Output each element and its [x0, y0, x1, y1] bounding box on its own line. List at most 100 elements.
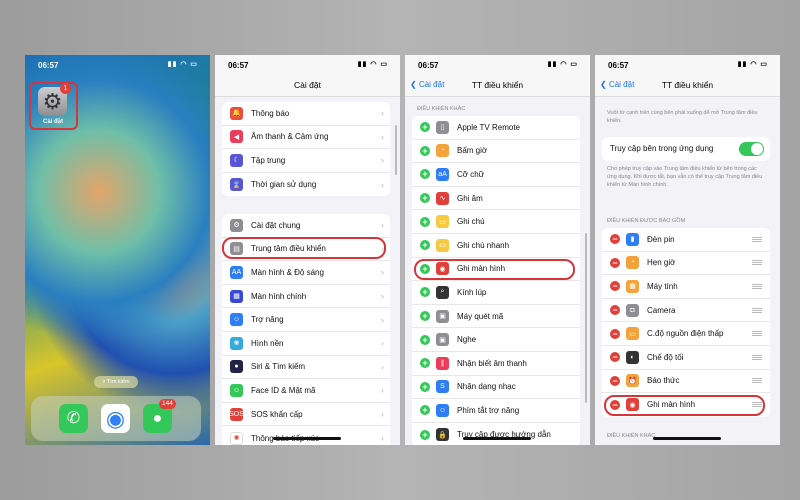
remove-icon[interactable]: − — [610, 375, 620, 386]
search-label: Tìm kiếm — [106, 379, 130, 385]
list-item[interactable]: ▦ Màn hình chính › — [222, 285, 390, 309]
page-title: TT điều khiển — [471, 80, 524, 90]
list-item[interactable]: − ◔ Hẹn giờ — [602, 252, 770, 276]
item-label: Siri & Tìm kiếm — [251, 362, 306, 372]
item-label: Bấm giờ — [457, 146, 488, 156]
list-item[interactable]: + 🔒 Truy cập được hướng dẫn — [412, 423, 580, 445]
list-item[interactable]: + ∿ Ghi âm — [412, 187, 580, 211]
remove-icon[interactable]: − — [610, 281, 620, 292]
dark-mode-icon: ◐ — [626, 350, 639, 364]
list-item[interactable]: − ▮ Đèn pin — [602, 228, 770, 252]
status-time: 06:57 — [228, 61, 249, 70]
toggle-row: Truy cập bên trong ứng dụng — [602, 137, 770, 161]
add-icon[interactable]: + — [420, 216, 430, 227]
list-item[interactable]: − ▦ Máy tính — [602, 275, 770, 299]
list-item[interactable]: ⚙ Cài đặt chung › — [222, 214, 390, 238]
list-item[interactable]: − ◐ Chế độ tối — [602, 346, 770, 370]
drag-handle-icon[interactable] — [752, 260, 762, 266]
display-icon: AA — [230, 265, 243, 279]
item-label: Máy tính — [647, 281, 678, 291]
status-icons: ▮▮ ◠ ▭ — [547, 61, 578, 68]
list-item[interactable]: + ∥ Nhận biết âm thanh — [412, 352, 580, 376]
list-item[interactable]: + aA Cỡ chữ — [412, 163, 580, 187]
sos-icon: SOS — [229, 407, 244, 421]
item-label: Màn hình & Độ sáng — [251, 267, 324, 277]
drag-handle-icon[interactable] — [752, 236, 762, 242]
item-label: Tập trung — [251, 155, 286, 165]
item-label: Chế độ tối — [647, 352, 684, 362]
list-item[interactable]: − ▭ C.độ nguồn điện thấp — [602, 322, 770, 346]
chevron-right-icon: › — [381, 433, 384, 444]
add-icon[interactable]: + — [420, 145, 430, 156]
list-item[interactable]: ☺ Face ID & Mật mã › — [222, 379, 390, 403]
remove-icon[interactable]: − — [610, 352, 620, 363]
add-icon[interactable]: + — [420, 311, 430, 322]
add-icon[interactable]: + — [420, 334, 430, 345]
list-item[interactable]: SOS SOS khẩn cấp › — [222, 403, 390, 427]
list-item[interactable]: ✺Thông báo tiếp xúc› — [222, 426, 390, 445]
add-icon[interactable]: + — [420, 193, 430, 204]
list-item[interactable]: + ▭ Ghi chú — [412, 210, 580, 234]
drag-handle-icon[interactable] — [752, 354, 762, 360]
list-item[interactable]: ● Siri & Tìm kiếm › — [222, 356, 390, 380]
remove-icon[interactable]: − — [610, 234, 620, 245]
list-item[interactable]: + ⌕ Kính lúp — [412, 281, 580, 305]
list-item[interactable]: ☾ Tập trung › — [222, 149, 390, 173]
chevron-right-icon: › — [381, 338, 384, 349]
add-icon[interactable]: + — [420, 358, 430, 369]
calculator-icon: ▦ — [626, 279, 639, 293]
face-id-icon: ☺ — [230, 383, 243, 397]
list-item[interactable]: + ▣ Máy quét mã — [412, 305, 580, 329]
drag-handle-icon[interactable] — [752, 307, 762, 313]
remove-icon[interactable]: − — [610, 257, 620, 268]
toggle-group: Truy cập bên trong ứng dụng — [602, 137, 770, 161]
add-icon[interactable]: + — [420, 381, 430, 392]
list-item[interactable]: ☺ Trợ năng › — [222, 308, 390, 332]
safari-app-icon[interactable]: ◉ — [101, 404, 130, 433]
add-icon[interactable]: + — [420, 405, 430, 416]
access-within-apps-toggle[interactable] — [739, 141, 764, 156]
list-item[interactable]: − ⏰ Báo thức — [602, 370, 770, 394]
wallpaper-icon: ❀ — [230, 336, 243, 350]
drag-handle-icon[interactable] — [752, 283, 762, 289]
item-label: Ghi chú nhanh — [457, 240, 510, 250]
list-item[interactable]: ◀ Âm thanh & Cảm ứng › — [222, 126, 390, 150]
list-item[interactable]: + S Nhận dạng nhạc — [412, 376, 580, 400]
status-icons: ▮▮ ◠ ▭ — [167, 61, 198, 68]
remove-icon[interactable]: − — [610, 305, 620, 316]
item-label: Cỡ chữ — [457, 169, 485, 179]
settings-app-label: Cài đặt — [42, 119, 63, 125]
add-icon[interactable]: + — [420, 429, 430, 440]
item-label: Apple TV Remote — [457, 122, 520, 132]
list-item[interactable]: ❀ Hình nền › — [222, 332, 390, 356]
drag-handle-icon[interactable] — [752, 378, 762, 384]
settings-screen: Cài đặt 06:57 ▮▮ ◠ ▭ 🔔 Thông báo › ◀ Âm thanh… — [215, 55, 400, 445]
sound-recognition-icon: ∥ — [436, 356, 449, 370]
item-label: C.độ nguồn điện thấp — [647, 329, 724, 339]
item-label: Thời gian sử dụng — [251, 180, 317, 190]
item-label: Cài đặt chung — [251, 220, 301, 230]
gear-icon: ⚙ — [230, 218, 243, 232]
control-center-included-screen: ❮ Cài đặt TT điều khiển 06:57 ▮▮ ◠ ▭ Vuốt … — [595, 55, 780, 445]
list-item[interactable]: + ☺ Phím tắt trợ năng — [412, 399, 580, 423]
add-icon[interactable]: + — [420, 169, 430, 180]
list-item[interactable]: + ▯ Apple TV Remote — [412, 116, 580, 140]
remove-icon[interactable]: − — [610, 328, 620, 339]
scrollbar[interactable] — [395, 125, 397, 175]
list-item[interactable]: + ▣ Nghe — [412, 328, 580, 352]
list-item[interactable]: AA Màn hình & Độ sáng › — [222, 261, 390, 285]
add-icon[interactable]: + — [420, 240, 430, 251]
add-icon[interactable]: + — [420, 122, 430, 133]
list-item[interactable]: 🔔 Thông báo › — [222, 102, 390, 126]
list-item[interactable]: ⌛ Thời gian sử dụng › — [222, 173, 390, 197]
search-pill[interactable]: ⌕ Tìm kiếm — [94, 376, 138, 388]
drag-handle-icon[interactable] — [752, 331, 762, 337]
add-icon[interactable]: + — [420, 287, 430, 298]
list-item[interactable]: + ◔ Bấm giờ — [412, 140, 580, 164]
scrollbar[interactable] — [585, 233, 587, 403]
phone-app-icon[interactable]: ✆ — [59, 404, 88, 433]
list-item[interactable]: − ◘ Camera — [602, 299, 770, 323]
list-item[interactable]: + ▭ Ghi chú nhanh — [412, 234, 580, 258]
low-power-icon: ▭ — [626, 327, 639, 341]
item-label: Camera — [647, 305, 676, 315]
